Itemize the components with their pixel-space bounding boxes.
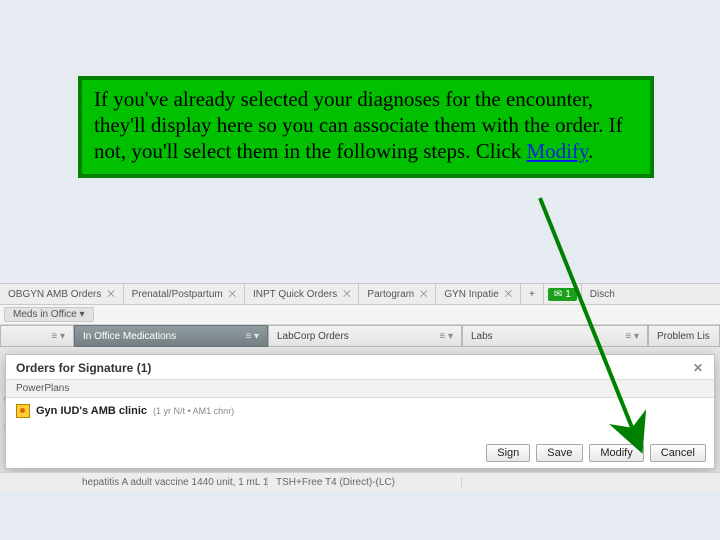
- pill-label: Meds in Office: [13, 309, 77, 320]
- tab-label: Disch: [590, 289, 615, 300]
- panel-header-row: ≡ ▾ In Office Medications ≡ ▾ LabCorp Or…: [0, 325, 720, 347]
- sub-row: Meds in Office ▾: [0, 305, 720, 325]
- callout-text: If you've already selected your diagnose…: [94, 86, 638, 164]
- tabs-row: OBGYN AMB Orders ⨉ Prenatal/Postpartum ⨉…: [0, 283, 720, 305]
- panel-menu-icon[interactable]: ≡ ▾: [245, 331, 259, 342]
- tab-label: Partogram: [367, 289, 414, 300]
- panel-menu-icon[interactable]: ≡ ▾: [439, 331, 453, 342]
- panel-header-blank[interactable]: ≡ ▾: [0, 325, 74, 347]
- order-icon: [16, 404, 30, 418]
- pin-icon[interactable]: ⨉: [107, 289, 114, 300]
- panel-header-labcorp[interactable]: LabCorp Orders ≡ ▾: [268, 325, 462, 347]
- dialog-footer: Sign Save Modify Cancel: [486, 444, 706, 462]
- pin-icon[interactable]: ⨉: [229, 289, 236, 300]
- chevron-down-icon: ▾: [80, 309, 85, 320]
- panel-label: In Office Medications: [83, 331, 176, 342]
- bottom-cell-hepatitis[interactable]: hepatitis A adult vaccine 1440 unit, 1 m…: [74, 477, 268, 488]
- tab-discharge[interactable]: Disch: [582, 284, 623, 304]
- close-icon[interactable]: ✕: [690, 360, 706, 376]
- save-button[interactable]: Save: [536, 444, 583, 462]
- panel-menu-icon[interactable]: ≡ ▾: [51, 331, 65, 342]
- cancel-button[interactable]: Cancel: [650, 444, 706, 462]
- dialog-titlebar: Orders for Signature (1) ✕: [6, 355, 714, 379]
- orders-for-signature-dialog: Orders for Signature (1) ✕ PowerPlans Gy…: [5, 354, 715, 469]
- panel-label: LabCorp Orders: [277, 331, 349, 342]
- panel-label: Labs: [471, 331, 493, 342]
- plan-name[interactable]: Gyn IUD's AMB clinic: [36, 405, 147, 417]
- pin-icon[interactable]: ⨉: [505, 289, 512, 300]
- panel-label: Problem Lis: [657, 331, 710, 342]
- plus-icon: +: [529, 289, 535, 300]
- plan-detail: (1 yr N/t • AM1 chnr): [153, 406, 234, 416]
- tab-label: GYN Inpatie: [444, 289, 498, 300]
- bottom-row: hepatitis A adult vaccine 1440 unit, 1 m…: [0, 472, 720, 492]
- dialog-title: Orders for Signature (1): [16, 361, 151, 375]
- tab-partogram[interactable]: Partogram ⨉: [359, 284, 436, 304]
- callout-modify-word: Modify: [526, 139, 588, 163]
- notification-badge: ✉ 1: [548, 288, 577, 301]
- pin-icon[interactable]: ⨉: [420, 289, 427, 300]
- instruction-callout: If you've already selected your diagnose…: [78, 76, 654, 178]
- badge-count: 1: [565, 289, 571, 300]
- tab-label: INPT Quick Orders: [253, 289, 337, 300]
- dialog-subheader: PowerPlans: [6, 379, 714, 398]
- modify-button[interactable]: Modify: [589, 444, 643, 462]
- panel-menu-icon[interactable]: ≡ ▾: [625, 331, 639, 342]
- tab-add[interactable]: +: [521, 284, 544, 304]
- pin-icon[interactable]: ⨉: [343, 289, 350, 300]
- tab-label: Prenatal/Postpartum: [132, 289, 223, 300]
- panel-header-in-office-meds[interactable]: In Office Medications ≡ ▾: [74, 325, 268, 347]
- notification-badge-container[interactable]: ✉ 1: [544, 284, 582, 304]
- panel-header-problem-list[interactable]: Problem Lis: [648, 325, 720, 347]
- tab-prenatal-postpartum[interactable]: Prenatal/Postpartum ⨉: [124, 284, 245, 304]
- tab-label: OBGYN AMB Orders: [8, 289, 101, 300]
- envelope-icon: ✉: [554, 289, 562, 300]
- callout-text-post: .: [588, 139, 593, 163]
- tab-obgyn-amb-orders[interactable]: OBGYN AMB Orders ⨉: [0, 284, 124, 304]
- tab-inpt-quick-orders[interactable]: INPT Quick Orders ⨉: [245, 284, 359, 304]
- sign-button[interactable]: Sign: [486, 444, 530, 462]
- meds-in-office-dropdown[interactable]: Meds in Office ▾: [4, 307, 94, 322]
- tab-gyn-inpatient[interactable]: GYN Inpatie ⨉: [436, 284, 521, 304]
- bottom-cell-tsh[interactable]: TSH+Free T4 (Direct)-(LC): [268, 477, 462, 488]
- panel-header-labs[interactable]: Labs ≡ ▾: [462, 325, 648, 347]
- dialog-body: Gyn IUD's AMB clinic (1 yr N/t • AM1 chn…: [6, 398, 714, 424]
